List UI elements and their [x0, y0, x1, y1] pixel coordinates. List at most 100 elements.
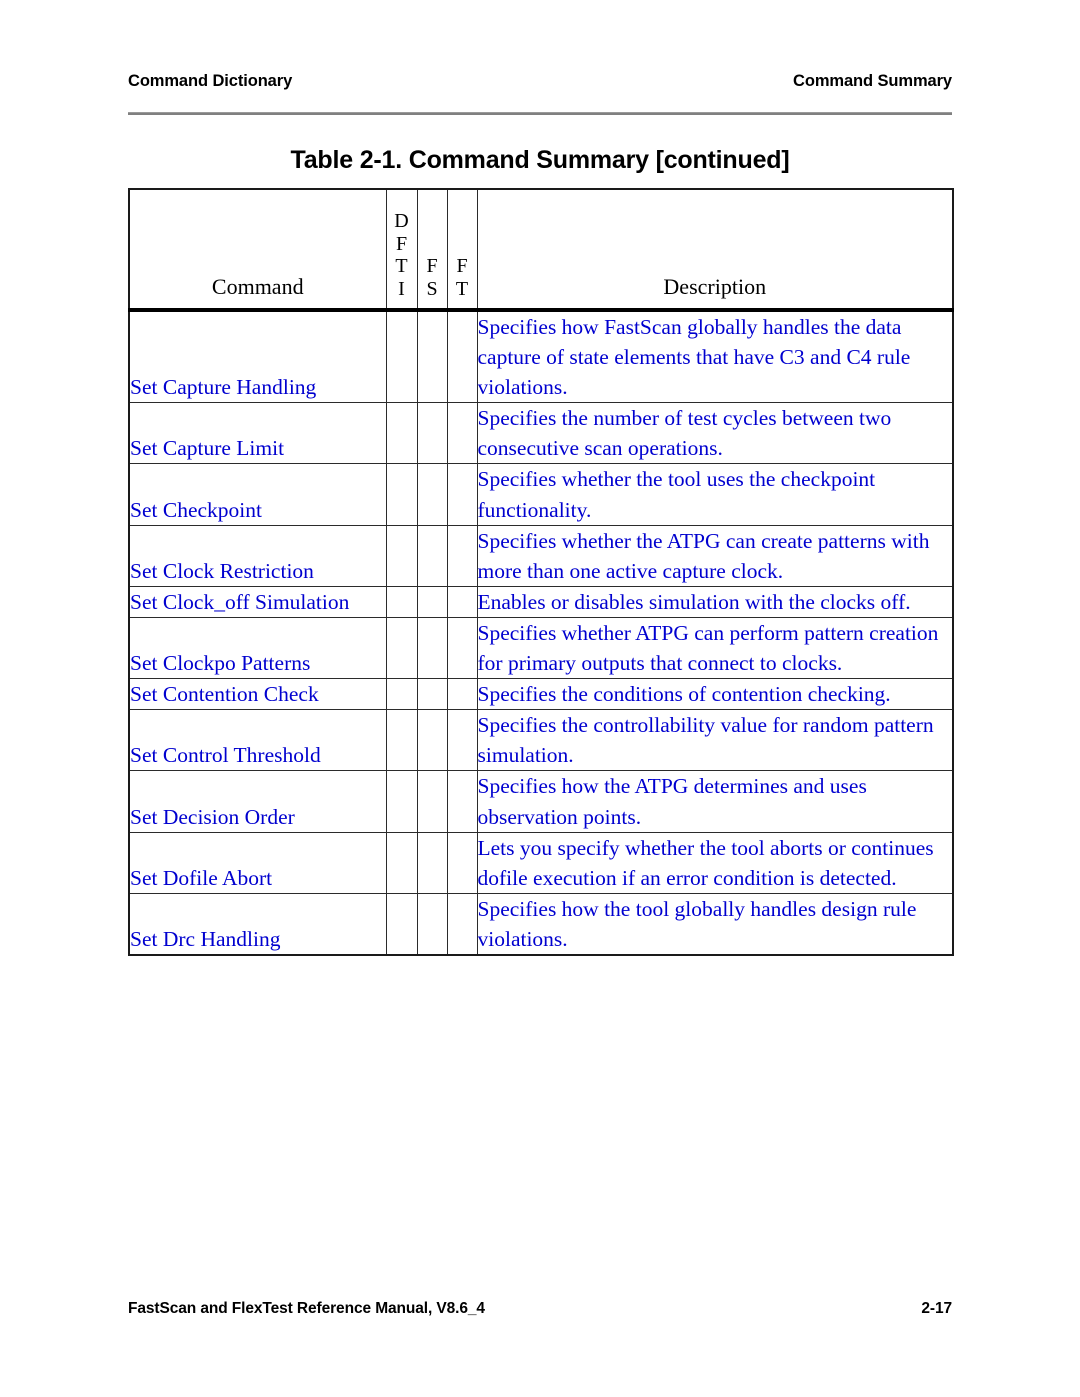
tool-mark-cell-dfti: [385, 678, 418, 711]
description-cell: Lets you specify whether the tool aborts…: [476, 831, 954, 894]
tool-mark-cell-ft: [446, 402, 478, 465]
tool-mark-cell-fs: [416, 831, 448, 894]
header-dfti-letter-2: T: [395, 255, 408, 278]
tool-mark-cell-ft: [446, 463, 478, 526]
command-link[interactable]: Set Contention Check: [130, 679, 386, 709]
tool-mark-cell-dfti: [385, 892, 418, 956]
header-command: Command: [128, 188, 387, 312]
tool-mark-cell-fs: [416, 770, 448, 833]
tool-mark-cell-dfti: [385, 616, 418, 680]
tool-mark-cell-dfti: [385, 770, 418, 833]
command-link[interactable]: Set Control Threshold: [130, 740, 386, 770]
command-cell[interactable]: Set Drc Handling: [128, 892, 387, 956]
header-fs-stack: F S: [418, 255, 447, 308]
command-cell[interactable]: Set Clock_off Simulation: [128, 585, 387, 618]
command-cell[interactable]: Set Clockpo Patterns: [128, 616, 387, 680]
tool-mark-cell-fs: [416, 309, 448, 404]
description-cell: Specifies whether the ATPG can create pa…: [476, 524, 954, 587]
table-row: Set Capture Handling Specifies how FastSc…: [128, 309, 954, 404]
description-cell: Specifies the number of test cycles betw…: [476, 402, 954, 465]
command-cell[interactable]: Set Control Threshold: [128, 709, 387, 772]
table-body: Set Capture Handling Specifies how FastSc…: [128, 309, 954, 956]
header-dfti-stack: D F T I: [387, 210, 417, 308]
table-row: Set Decision Order Specifies how the ATPG…: [128, 770, 954, 833]
running-head-right: Command Summary: [793, 72, 952, 90]
running-head-rule: [128, 112, 952, 115]
tool-mark-cell-fs: [416, 616, 448, 680]
description-cell: Specifies how the tool globally handles …: [476, 892, 954, 956]
tool-mark-cell-fs: [416, 678, 448, 711]
description-cell: Specifies how FastScan globally handles …: [476, 309, 954, 404]
tool-mark-cell-ft: [446, 709, 478, 772]
footer-manual-title: FastScan and FlexTest Reference Manual, …: [128, 1300, 485, 1317]
table-row: Set Drc Handling Specifies how the tool g…: [128, 892, 954, 956]
header-command-label: Command: [211, 274, 304, 299]
page-footer: FastScan and FlexTest Reference Manual, …: [128, 1300, 952, 1318]
tool-mark-cell-fs: [416, 709, 448, 772]
tool-mark-cell-ft: [446, 678, 478, 711]
table-header-row: Command D F T I F S F T Description: [128, 188, 954, 312]
description-text: Specifies how the tool globally handles …: [477, 896, 917, 951]
command-link[interactable]: Set Drc Handling: [130, 924, 386, 954]
description-text: Lets you specify whether the tool aborts…: [477, 835, 934, 890]
description-text: Enables or disables simulation with the …: [477, 589, 911, 614]
command-link[interactable]: Set Decision Order: [130, 802, 386, 832]
tool-mark-cell-ft: [446, 616, 478, 680]
tool-mark-cell-fs: [416, 463, 448, 526]
command-cell[interactable]: Set Checkpoint: [128, 463, 387, 526]
table-row: Set Checkpoint Specifies whether the tool…: [128, 463, 954, 526]
header-dfti-letter-0: D: [394, 210, 409, 233]
description-cell: Specifies the controllability value for …: [476, 709, 954, 772]
table-row: Set Dofile Abort Lets you specify whether…: [128, 831, 954, 894]
tool-mark-cell-fs: [416, 892, 448, 956]
tool-mark-cell-dfti: [385, 402, 418, 465]
command-cell[interactable]: Set Capture Handling: [128, 309, 387, 404]
command-link[interactable]: Set Capture Handling: [130, 372, 386, 402]
header-dfti-letter-1: F: [395, 232, 408, 255]
header-description-label: Description: [663, 274, 767, 299]
tool-mark-cell-dfti: [385, 463, 418, 526]
tool-mark-cell-ft: [446, 770, 478, 833]
tool-mark-cell-dfti: [385, 709, 418, 772]
description-text: Specifies the conditions of contention c…: [477, 682, 891, 707]
running-head: Command Dictionary Command Summary: [128, 72, 952, 91]
footer-page-number: 2-17: [921, 1300, 952, 1317]
description-text: Specifies whether the tool uses the chec…: [477, 467, 876, 522]
tool-mark-cell-fs: [416, 585, 448, 618]
tool-mark-cell-ft: [446, 892, 478, 956]
table-row: Set Capture Limit Specifies the number of…: [128, 402, 954, 465]
description-text: Specifies whether the ATPG can create pa…: [477, 528, 930, 583]
command-link[interactable]: Set Dofile Abort: [130, 863, 386, 893]
command-link[interactable]: Set Clock Restriction: [130, 556, 386, 586]
description-text: Specifies whether ATPG can perform patte…: [477, 620, 939, 676]
command-cell[interactable]: Set Clock Restriction: [128, 524, 387, 587]
command-summary-table: Command D F T I F S F T Description Set …: [128, 188, 954, 956]
description-text: Specifies the controllability value for …: [477, 713, 934, 768]
table-row: Set Contention Check Specifies the condit…: [128, 678, 954, 711]
table-head: Command D F T I F S F T Description: [128, 188, 954, 312]
header-ft-stack: F T: [448, 255, 477, 308]
command-cell[interactable]: Set Dofile Abort: [128, 831, 387, 894]
header-dfti: D F T I: [385, 188, 418, 312]
header-fs-letter-0: F: [426, 255, 438, 278]
command-link[interactable]: Set Checkpoint: [130, 495, 386, 525]
command-cell[interactable]: Set Contention Check: [128, 678, 387, 711]
table-row: Set Clock_off Simulation Enables or disab…: [128, 585, 954, 618]
description-cell: Specifies whether ATPG can perform patte…: [476, 616, 954, 680]
command-link[interactable]: Set Clockpo Patterns: [130, 648, 386, 678]
command-summary-table-wrapper: Command D F T I F S F T Description Set …: [128, 188, 954, 956]
description-text: Specifies how the ATPG determines and us…: [477, 774, 867, 829]
tool-mark-cell-ft: [446, 524, 478, 587]
command-cell[interactable]: Set Decision Order: [128, 770, 387, 833]
command-link[interactable]: Set Capture Limit: [130, 433, 386, 463]
tool-mark-cell-fs: [416, 524, 448, 587]
command-cell[interactable]: Set Capture Limit: [128, 402, 387, 465]
description-cell: Specifies whether the tool uses the chec…: [476, 463, 954, 526]
description-cell: Specifies the conditions of contention c…: [476, 678, 954, 711]
tool-mark-cell-ft: [446, 309, 478, 404]
header-description: Description: [476, 188, 954, 312]
table-row: Set Control Threshold Specifies the contr…: [128, 709, 954, 772]
command-link[interactable]: Set Clock_off Simulation: [130, 587, 386, 617]
table-row: Set Clock Restriction Specifies whether t…: [128, 524, 954, 587]
table-row: Set Clockpo Patterns Specifies whether AT…: [128, 616, 954, 680]
